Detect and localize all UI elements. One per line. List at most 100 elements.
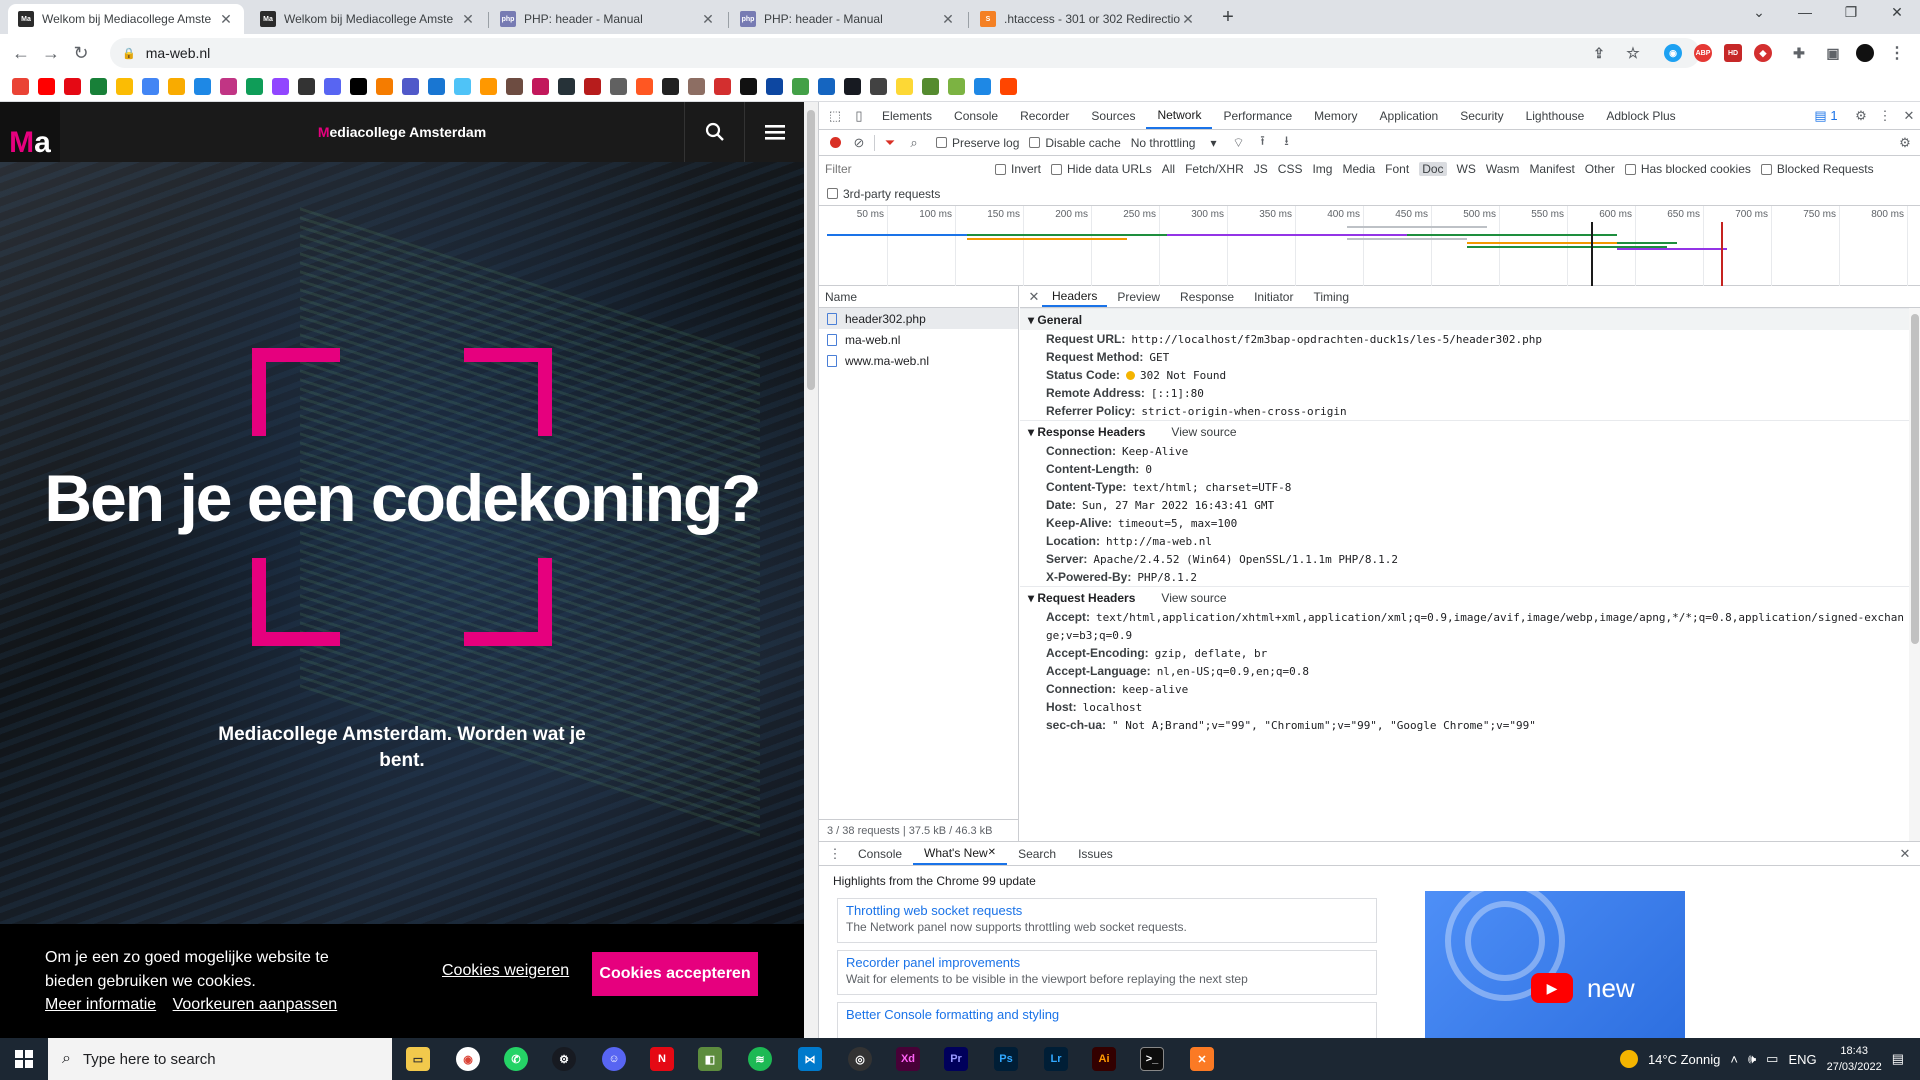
filter-type-js[interactable]: JS bbox=[1254, 162, 1268, 176]
obs-icon[interactable]: ◎ bbox=[848, 1047, 872, 1071]
invert-checkbox[interactable]: Invert bbox=[995, 162, 1041, 176]
steam-icon[interactable]: ⚙ bbox=[552, 1047, 576, 1071]
whats-new-card[interactable]: Recorder panel improvements Wait for elem… bbox=[837, 950, 1377, 995]
devtools-tab-performance[interactable]: Performance bbox=[1212, 102, 1303, 129]
steam-bookmark-icon[interactable] bbox=[844, 78, 861, 95]
extensions-puzzle-icon[interactable]: ✚ bbox=[1790, 44, 1808, 62]
language-indicator[interactable]: ENG bbox=[1788, 1052, 1816, 1067]
card-title[interactable]: Recorder panel improvements bbox=[846, 955, 1368, 970]
detail-tab-response[interactable]: Response bbox=[1170, 286, 1244, 307]
bookmark-icon[interactable] bbox=[532, 78, 549, 95]
photoshop-icon[interactable]: Ps bbox=[994, 1047, 1018, 1071]
bookmark-icon[interactable] bbox=[896, 78, 913, 95]
hd-extension-icon[interactable]: HD bbox=[1724, 44, 1742, 62]
bookmark-icon[interactable] bbox=[480, 78, 497, 95]
lightroom-icon[interactable]: Lr bbox=[1044, 1047, 1068, 1071]
devtools-close-icon[interactable]: ✕ bbox=[1897, 108, 1920, 124]
bookmark-icon[interactable] bbox=[714, 78, 731, 95]
close-window-icon[interactable]: ✕ bbox=[1882, 4, 1912, 21]
bookmark-icon[interactable] bbox=[558, 78, 575, 95]
has-blocked-cookies-checkbox[interactable]: Has blocked cookies bbox=[1624, 162, 1751, 176]
bookmark-star-icon[interactable]: ☆ bbox=[1624, 44, 1642, 62]
clear-icon[interactable]: ⊘ bbox=[847, 135, 871, 151]
filter-type-css[interactable]: CSS bbox=[1278, 162, 1303, 176]
filter-type-media[interactable]: Media bbox=[1342, 162, 1375, 176]
back-icon[interactable]: ← bbox=[6, 43, 36, 64]
forward-icon[interactable]: → bbox=[36, 43, 66, 64]
office-bookmark-icon[interactable] bbox=[376, 78, 393, 95]
bookmark-icon[interactable] bbox=[636, 78, 653, 95]
detail-tab-headers[interactable]: Headers bbox=[1042, 286, 1108, 307]
ublock-icon[interactable]: ◆ bbox=[1754, 44, 1772, 62]
issues-counter[interactable]: ▤ 1 bbox=[1809, 108, 1843, 124]
new-tab-button[interactable]: + bbox=[1216, 6, 1240, 29]
preferences-link[interactable]: Voorkeuren aanpassen bbox=[173, 996, 338, 1013]
request-row[interactable]: header302.php bbox=[819, 308, 1018, 329]
volume-icon[interactable]: 🕪 bbox=[1748, 1051, 1756, 1067]
whatsapp-icon[interactable]: ✆ bbox=[504, 1047, 528, 1071]
blocked-requests-checkbox[interactable]: Blocked Requests bbox=[1760, 162, 1874, 176]
taskbar-search-box[interactable]: ⌕ Type here to search bbox=[48, 1038, 392, 1080]
bookmark-icon[interactable] bbox=[584, 78, 601, 95]
premiere-pro-icon[interactable]: Pr bbox=[944, 1047, 968, 1071]
clock[interactable]: 18:43 27/03/2022 bbox=[1827, 1043, 1882, 1075]
filter-icon[interactable]: ⏷ bbox=[878, 135, 902, 151]
devtools-tab-elements[interactable]: Elements bbox=[871, 102, 943, 129]
slides-bookmark-icon[interactable] bbox=[168, 78, 185, 95]
netflix-bookmark-icon[interactable] bbox=[64, 78, 81, 95]
bookmark-icon[interactable] bbox=[506, 78, 523, 95]
site-search-button[interactable] bbox=[684, 102, 744, 162]
devtools-tab-network[interactable]: Network bbox=[1146, 102, 1213, 129]
calendar-bookmark-icon[interactable] bbox=[194, 78, 211, 95]
bookmark-icon[interactable] bbox=[974, 78, 991, 95]
third-party-checkbox[interactable]: 3rd-party requests bbox=[827, 187, 940, 201]
share-icon[interactable]: ⇪ bbox=[1590, 44, 1608, 62]
filter-type-doc[interactable]: Doc bbox=[1419, 162, 1447, 176]
tab-close-icon[interactable]: ✕ bbox=[218, 11, 234, 28]
filter-type-other[interactable]: Other bbox=[1585, 162, 1615, 176]
profile-avatar[interactable] bbox=[1856, 44, 1874, 62]
bookmark-icon[interactable] bbox=[870, 78, 887, 95]
import-har-icon[interactable]: ⭱ bbox=[1250, 132, 1274, 154]
filter-type-ws[interactable]: WS bbox=[1457, 162, 1476, 176]
response-headers-section-header[interactable]: ▾ Response Headers View source bbox=[1020, 420, 1920, 442]
spotify-icon[interactable]: ≋ bbox=[748, 1047, 772, 1071]
weather-text[interactable]: 14°C Zonnig bbox=[1648, 1052, 1720, 1067]
browser-tab-5[interactable]: S .htaccess - 301 or 302 Redirectio ✕ bbox=[970, 4, 1206, 34]
twitch-bookmark-icon[interactable] bbox=[272, 78, 289, 95]
throttling-select[interactable]: No throttling ▾ bbox=[1131, 136, 1217, 150]
reload-icon[interactable]: ↻ bbox=[66, 43, 96, 64]
notification-icon[interactable]: ▤ bbox=[1892, 1051, 1904, 1067]
bookmark-icon[interactable] bbox=[662, 78, 679, 95]
request-row[interactable]: www.ma-web.nl bbox=[819, 350, 1018, 371]
filter-type-all[interactable]: All bbox=[1162, 162, 1175, 176]
tab-close-icon[interactable]: ✕ bbox=[700, 11, 716, 28]
inspect-element-icon[interactable]: ⬚ bbox=[823, 108, 847, 124]
request-headers-section-header[interactable]: ▾ Request Headers View source bbox=[1020, 586, 1920, 608]
restore-icon[interactable]: ❐ bbox=[1836, 4, 1866, 21]
devtools-tab-security[interactable]: Security bbox=[1449, 102, 1514, 129]
docs-bookmark-icon[interactable] bbox=[142, 78, 159, 95]
disable-cache-checkbox[interactable]: Disable cache bbox=[1029, 136, 1121, 150]
devtools-tab-sources[interactable]: Sources bbox=[1080, 102, 1146, 129]
filter-type-wasm[interactable]: Wasm bbox=[1486, 162, 1520, 176]
network-settings-icon[interactable]: ⚙ bbox=[1893, 135, 1917, 151]
accept-cookies-button[interactable]: Cookies accepteren bbox=[592, 952, 758, 996]
close-detail-icon[interactable]: ✕ bbox=[1026, 289, 1042, 305]
devtools-tab-adblock-plus[interactable]: Adblock Plus bbox=[1595, 102, 1686, 129]
bookmark-icon[interactable] bbox=[766, 78, 783, 95]
drive-bookmark-icon[interactable] bbox=[116, 78, 133, 95]
tab-close-icon[interactable]: ✕ bbox=[940, 11, 956, 28]
search-icon[interactable]: ⌕ bbox=[902, 135, 926, 151]
minecraft-icon[interactable]: ◧ bbox=[698, 1047, 722, 1071]
reddit-bookmark-icon[interactable] bbox=[1000, 78, 1017, 95]
start-button[interactable] bbox=[0, 1038, 48, 1080]
vscode-icon[interactable]: ⋈ bbox=[798, 1047, 822, 1071]
bookmark-icon[interactable] bbox=[948, 78, 965, 95]
bookmark-icon[interactable] bbox=[792, 78, 809, 95]
devtools-tab-memory[interactable]: Memory bbox=[1303, 102, 1368, 129]
more-menu-icon[interactable]: ⋮ bbox=[1888, 44, 1906, 62]
detail-scrollbar[interactable] bbox=[1909, 308, 1920, 841]
drawer-tab-search[interactable]: Search bbox=[1007, 842, 1067, 865]
extension-icon[interactable]: ◉ bbox=[1664, 44, 1682, 62]
